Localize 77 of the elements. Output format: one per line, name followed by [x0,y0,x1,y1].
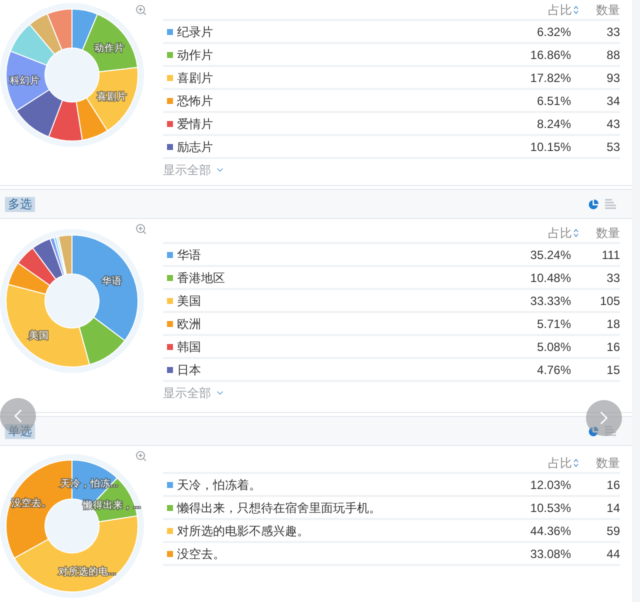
option-label: 恐怖片 [177,92,214,110]
count-cell-text: 34 [606,92,620,110]
option-label: 对所选的电影不感兴趣。 [177,522,310,540]
percent-column-header[interactable]: 占比 [548,224,586,242]
sort-icon[interactable] [573,458,579,468]
count-cell-text: 111 [600,246,620,264]
percent-cell-text: 8.24% [536,116,572,132]
percent-cell-text: 16.86% [530,46,572,64]
slice-label: 美国 [29,330,49,342]
percent-cell-text: 6.51% [536,92,572,110]
count-cell-text: 14 [606,500,620,516]
percent-cell-text: 33.33% [530,292,572,310]
percent-cell-text: 35.24% [530,246,572,264]
pie-chart-icon[interactable] [588,198,599,210]
zoom-in-icon[interactable] [135,223,147,235]
sort-icon[interactable] [573,4,579,14]
count-cell-text: 105 [598,292,620,310]
zoom-in-icon[interactable] [135,4,147,16]
percent-cell-text: 6.32% [536,24,572,40]
question-type-tag: 多选 [5,196,35,212]
percent-column-header[interactable]: 占比 [548,0,586,18]
option-label: 欧洲 [177,316,202,332]
percent-cell-text: 4.76% [536,362,572,378]
count-cell-text: 33 [606,24,620,40]
slice-label: 动作片 [94,42,125,54]
count-cell-text: 93 [606,70,620,86]
slice-label: 喜剧片 [97,91,127,102]
count-column-header: 数量 [595,224,620,242]
percent-cell-text: 12.03% [530,476,572,494]
option-label: 天冷，怕冻着。 [177,476,262,494]
slice-label: 对所选的电... [58,566,116,578]
sort-icon[interactable] [573,228,579,238]
count-column-header: 数量 [595,454,620,472]
count-cell-text: 88 [606,46,620,64]
zoom-in-icon[interactable] [135,450,147,462]
count-cell-text: 16 [606,338,620,356]
percent-cell-text: 10.15% [530,138,572,156]
percent-cell-text: 5.71% [536,316,572,332]
option-label: 喜剧片 [177,70,214,86]
count-cell-text: 18 [606,316,620,332]
option-label: 香港地区 [177,270,226,286]
slice-label: 科幻片 [10,76,40,87]
percent-cell-text: 10.53% [530,500,572,516]
option-label: 动作片 [177,46,214,64]
count-cell-text: 44 [606,546,620,562]
count-cell-text: 59 [606,522,620,540]
option-label: 励志片 [177,138,214,156]
option-label: 爱情片 [177,116,214,132]
count-cell-text: 16 [606,476,620,494]
pie-chart-icon[interactable] [588,426,599,436]
show-all-link[interactable]: 显示全部 [163,161,225,179]
option-label: 纪录片 [177,24,214,40]
option-label: 懒得出来，只想待在宿舍里面玩手机。 [177,500,382,516]
option-label: 韩国 [177,338,202,356]
count-cell-text: 43 [606,116,620,132]
option-label: 美国 [177,292,202,310]
option-label: 华语 [177,246,202,264]
percent-cell-text: 17.82% [530,70,572,86]
list-icon[interactable] [605,426,616,436]
percent-cell-text: 33.08% [530,546,572,562]
percent-column-header[interactable]: 占比 [548,454,586,472]
percent-cell-text: 10.48% [530,270,572,286]
donut-slice [16,89,63,138]
next-button[interactable] [586,400,622,436]
percent-cell-text: 5.08% [536,338,572,356]
show-all-link[interactable]: 显示全部 [163,384,225,402]
count-column-header: 数量 [595,2,620,18]
option-label: 日本 [177,362,202,378]
option-label: 没空去。 [177,546,226,562]
count-cell-text: 33 [606,270,620,286]
count-cell-text: 53 [606,138,620,156]
slice-label: 华语 [102,276,122,287]
count-cell-text: 15 [606,362,620,378]
slice-label: 没空去。 [11,498,52,510]
list-icon[interactable] [605,199,616,209]
question-type-tag: 单选 [5,424,35,438]
percent-cell-text: 44.36% [530,522,572,540]
